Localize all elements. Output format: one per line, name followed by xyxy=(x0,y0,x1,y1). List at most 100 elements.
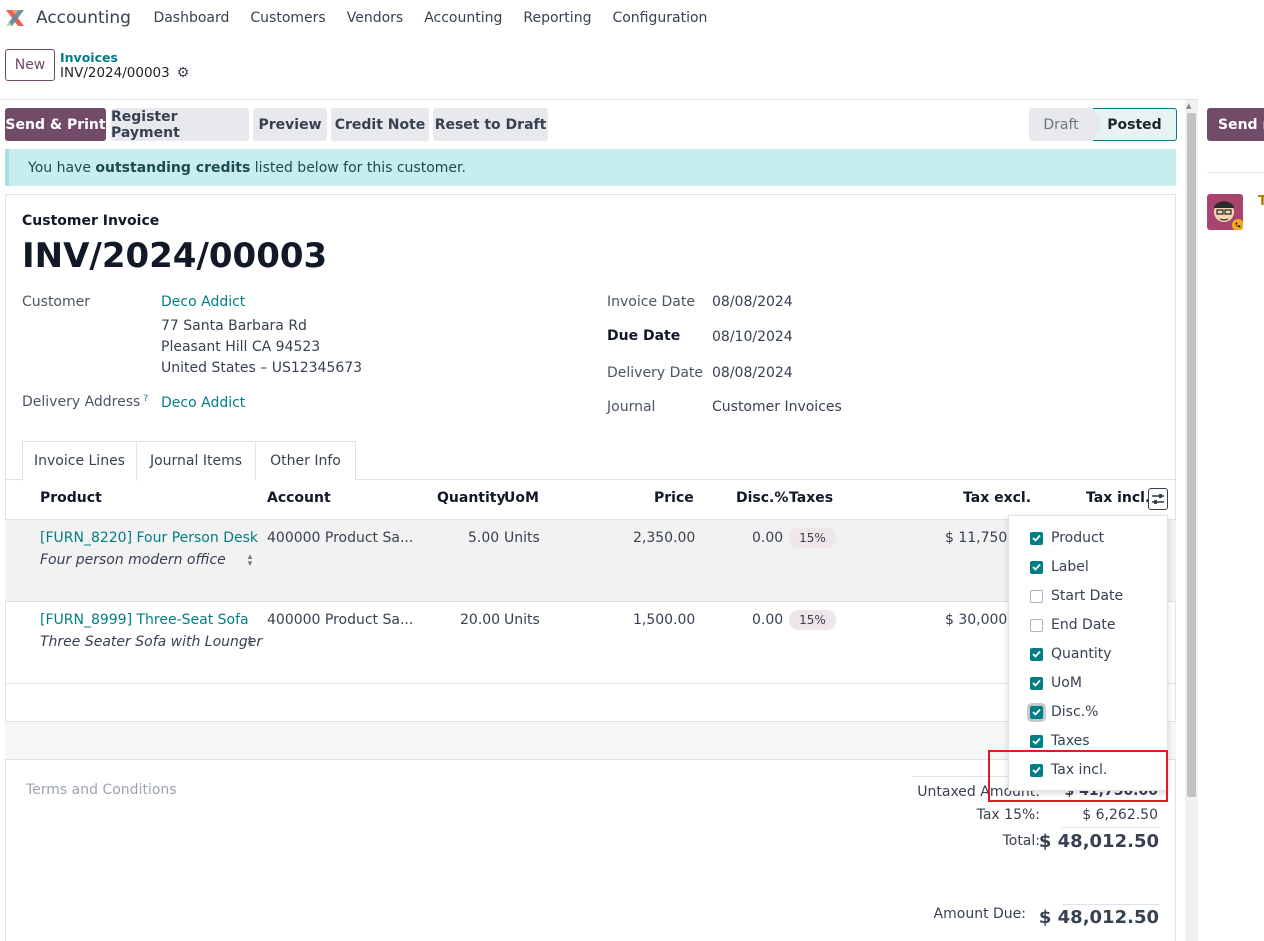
credit-note-button[interactable]: Credit Note xyxy=(331,108,429,141)
row2-description[interactable]: Three Seater Sofa with Lounger xyxy=(40,634,262,650)
menu-reporting[interactable]: Reporting xyxy=(513,10,602,26)
new-button[interactable]: New xyxy=(5,49,55,81)
col-tax-incl[interactable]: Tax incl. xyxy=(1086,490,1150,506)
row1-tax-badge[interactable]: 15% xyxy=(789,528,836,548)
checkbox-checked-icon[interactable] xyxy=(1030,647,1043,661)
status-draft[interactable]: Draft xyxy=(1029,108,1093,141)
menu-customers[interactable]: Customers xyxy=(240,10,336,26)
col-product[interactable]: Product xyxy=(40,490,102,506)
journal-value[interactable]: Customer Invoices xyxy=(712,399,842,415)
amount-due-value: $ 48,012.50 xyxy=(1038,907,1159,928)
col-disc[interactable]: Disc.% xyxy=(736,490,788,506)
status-posted[interactable]: Posted xyxy=(1092,108,1177,141)
optcol-taxes[interactable]: Taxes xyxy=(1030,731,1090,751)
alert-text-after: listed below for this customer. xyxy=(250,159,466,176)
checkbox-unchecked-icon[interactable] xyxy=(1030,589,1043,603)
total-label: Total: xyxy=(1002,833,1040,849)
app-name[interactable]: Accounting xyxy=(36,8,131,28)
row2-account[interactable]: 400000 Product Sa... xyxy=(267,612,413,628)
row1-product[interactable]: [FURN_8220] Four Person Desk xyxy=(40,530,258,546)
row2-disc[interactable]: 0.00 xyxy=(752,612,783,628)
row1-resize-icon[interactable]: ▴ ▾ xyxy=(245,553,255,569)
col-account[interactable]: Account xyxy=(267,490,331,506)
amount-due-line xyxy=(1062,904,1159,905)
menu-accounting[interactable]: Accounting xyxy=(414,10,513,26)
row2-quantity[interactable]: 20.00 xyxy=(460,612,500,628)
row1-account[interactable]: 400000 Product Sa... xyxy=(267,530,413,546)
menu-dashboard[interactable]: Dashboard xyxy=(143,10,240,26)
col-taxes[interactable]: Taxes xyxy=(789,490,833,506)
address-line-2: Pleasant Hill CA 94523 xyxy=(161,339,321,355)
document-type: Customer Invoice xyxy=(22,213,160,229)
menu-vendors[interactable]: Vendors xyxy=(336,10,413,26)
alert-outstanding-credits[interactable]: outstanding credits xyxy=(95,160,250,176)
journal-label: Journal xyxy=(607,399,656,415)
chatter-divider xyxy=(1207,172,1264,173)
optcol-taxes-label: Taxes xyxy=(1051,733,1090,749)
tax-value: $ 6,262.50 xyxy=(1082,807,1158,823)
row1-uom[interactable]: Units xyxy=(504,530,540,546)
checkbox-unchecked-icon[interactable] xyxy=(1030,618,1043,632)
menu-configuration[interactable]: Configuration xyxy=(602,10,718,26)
gear-icon[interactable]: ⚙ xyxy=(177,65,190,81)
help-icon[interactable]: ? xyxy=(143,394,148,404)
send-print-button[interactable]: Send & Print xyxy=(5,108,106,141)
row2-product[interactable]: [FURN_8999] Three-Seat Sofa xyxy=(40,612,249,628)
control-panel-divider xyxy=(0,99,1198,100)
optional-columns-toggle[interactable] xyxy=(1148,488,1168,510)
preview-button[interactable]: Preview xyxy=(253,108,327,141)
col-price[interactable]: Price xyxy=(654,490,694,506)
delivery-address-link[interactable]: Deco Addict xyxy=(161,395,245,411)
delivery-date-value[interactable]: 08/08/2024 xyxy=(712,365,793,381)
top-navbar: Accounting Dashboard Customers Vendors A… xyxy=(0,0,1264,36)
optcol-disc[interactable]: Disc.% xyxy=(1030,702,1098,722)
row1-quantity[interactable]: 5.00 xyxy=(468,530,499,546)
breadcrumb-invoices[interactable]: Invoices xyxy=(60,50,118,65)
checkbox-checked-icon[interactable] xyxy=(1030,560,1043,574)
terms-and-conditions[interactable]: Terms and Conditions xyxy=(26,782,177,798)
scroll-up-arrow-icon[interactable]: ▲ xyxy=(1186,102,1191,110)
row2-price[interactable]: 1,500.00 xyxy=(633,612,695,628)
row2-tax-badge[interactable]: 15% xyxy=(789,610,836,630)
scrollbar-thumb[interactable] xyxy=(1187,113,1196,797)
delivery-date-label: Delivery Date xyxy=(607,365,704,381)
optcol-label-label: Label xyxy=(1051,559,1089,575)
optcol-end-date[interactable]: End Date xyxy=(1030,615,1116,635)
tab-invoice-lines[interactable]: Invoice Lines xyxy=(22,441,137,481)
customer-link[interactable]: Deco Addict xyxy=(161,294,245,310)
invoice-date-value[interactable]: 08/08/2024 xyxy=(712,294,793,310)
row-divider xyxy=(5,683,1176,684)
optcol-quantity[interactable]: Quantity xyxy=(1030,644,1112,664)
row1-price[interactable]: 2,350.00 xyxy=(633,530,695,546)
accounting-app-icon[interactable] xyxy=(4,7,26,29)
optcol-product[interactable]: Product xyxy=(1030,528,1104,548)
row1-disc[interactable]: 0.00 xyxy=(752,530,783,546)
user-avatar[interactable] xyxy=(1207,194,1243,230)
row2-resize-icon[interactable]: ▴ ▾ xyxy=(245,634,255,650)
col-quantity[interactable]: Quantity xyxy=(437,490,506,506)
optcol-uom[interactable]: UoM xyxy=(1030,673,1082,693)
checkbox-checked-icon[interactable] xyxy=(1030,705,1043,719)
optcol-quantity-label: Quantity xyxy=(1051,646,1112,662)
reset-to-draft-button[interactable]: Reset to Draft xyxy=(433,108,548,141)
row2-uom[interactable]: Units xyxy=(504,612,540,628)
optcol-start-date-label: Start Date xyxy=(1051,588,1124,604)
checkbox-checked-icon[interactable] xyxy=(1030,676,1043,690)
send-message-button[interactable]: Send message xyxy=(1207,108,1264,141)
row1-description[interactable]: Four person modern office xyxy=(40,552,226,568)
checkbox-checked-icon[interactable] xyxy=(1030,531,1043,545)
breadcrumb-current: INV/2024/00003 ⚙ xyxy=(60,65,189,81)
optcol-end-date-label: End Date xyxy=(1051,617,1116,633)
tax-label: Tax 15%: xyxy=(976,807,1040,823)
checkbox-checked-icon[interactable] xyxy=(1030,734,1043,748)
optcol-label[interactable]: Label xyxy=(1030,557,1089,577)
total-value: $ 48,012.50 xyxy=(1038,831,1159,852)
due-date-value[interactable]: 08/10/2024 xyxy=(712,329,793,345)
optcol-start-date[interactable]: Start Date xyxy=(1030,586,1123,606)
col-tax-excl[interactable]: Tax excl. xyxy=(963,490,1031,506)
register-payment-button[interactable]: Register Payment xyxy=(111,108,249,141)
col-uom[interactable]: UoM xyxy=(504,490,539,506)
tab-journal-items[interactable]: Journal Items xyxy=(136,441,256,480)
totals-mid-line xyxy=(1062,827,1159,828)
tab-other-info[interactable]: Other Info xyxy=(255,441,356,480)
